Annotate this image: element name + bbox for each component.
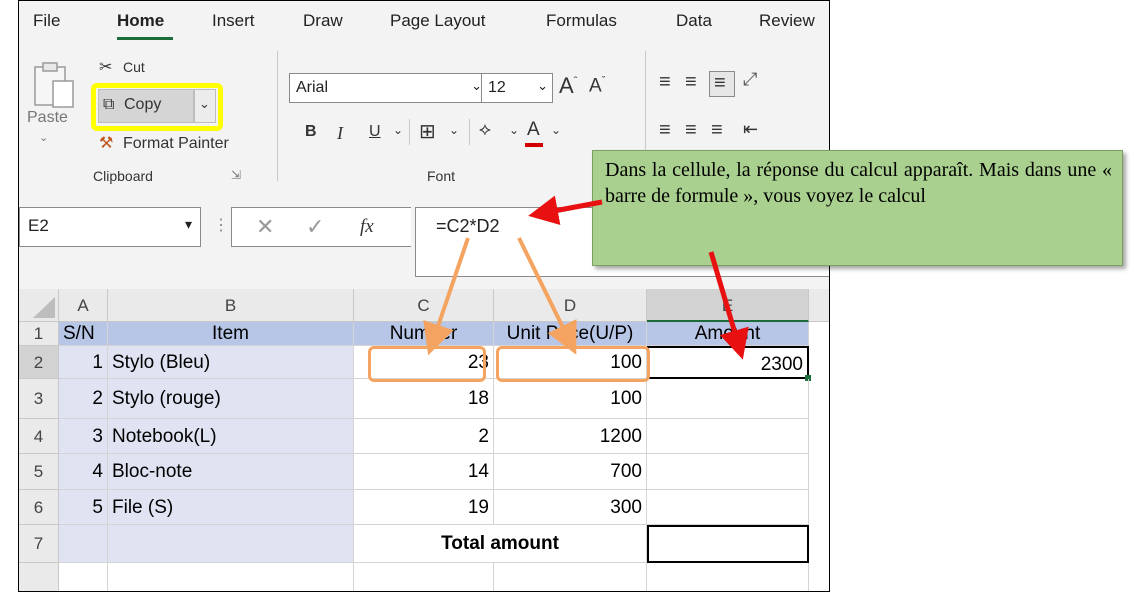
annotation-arrows: [423, 195, 749, 360]
red-arrow-to-formula: [528, 195, 603, 226]
red-arrow-to-result: [708, 251, 749, 360]
orange-arrow-to-d2: [517, 237, 577, 355]
orange-arrow-to-c2: [423, 237, 470, 356]
